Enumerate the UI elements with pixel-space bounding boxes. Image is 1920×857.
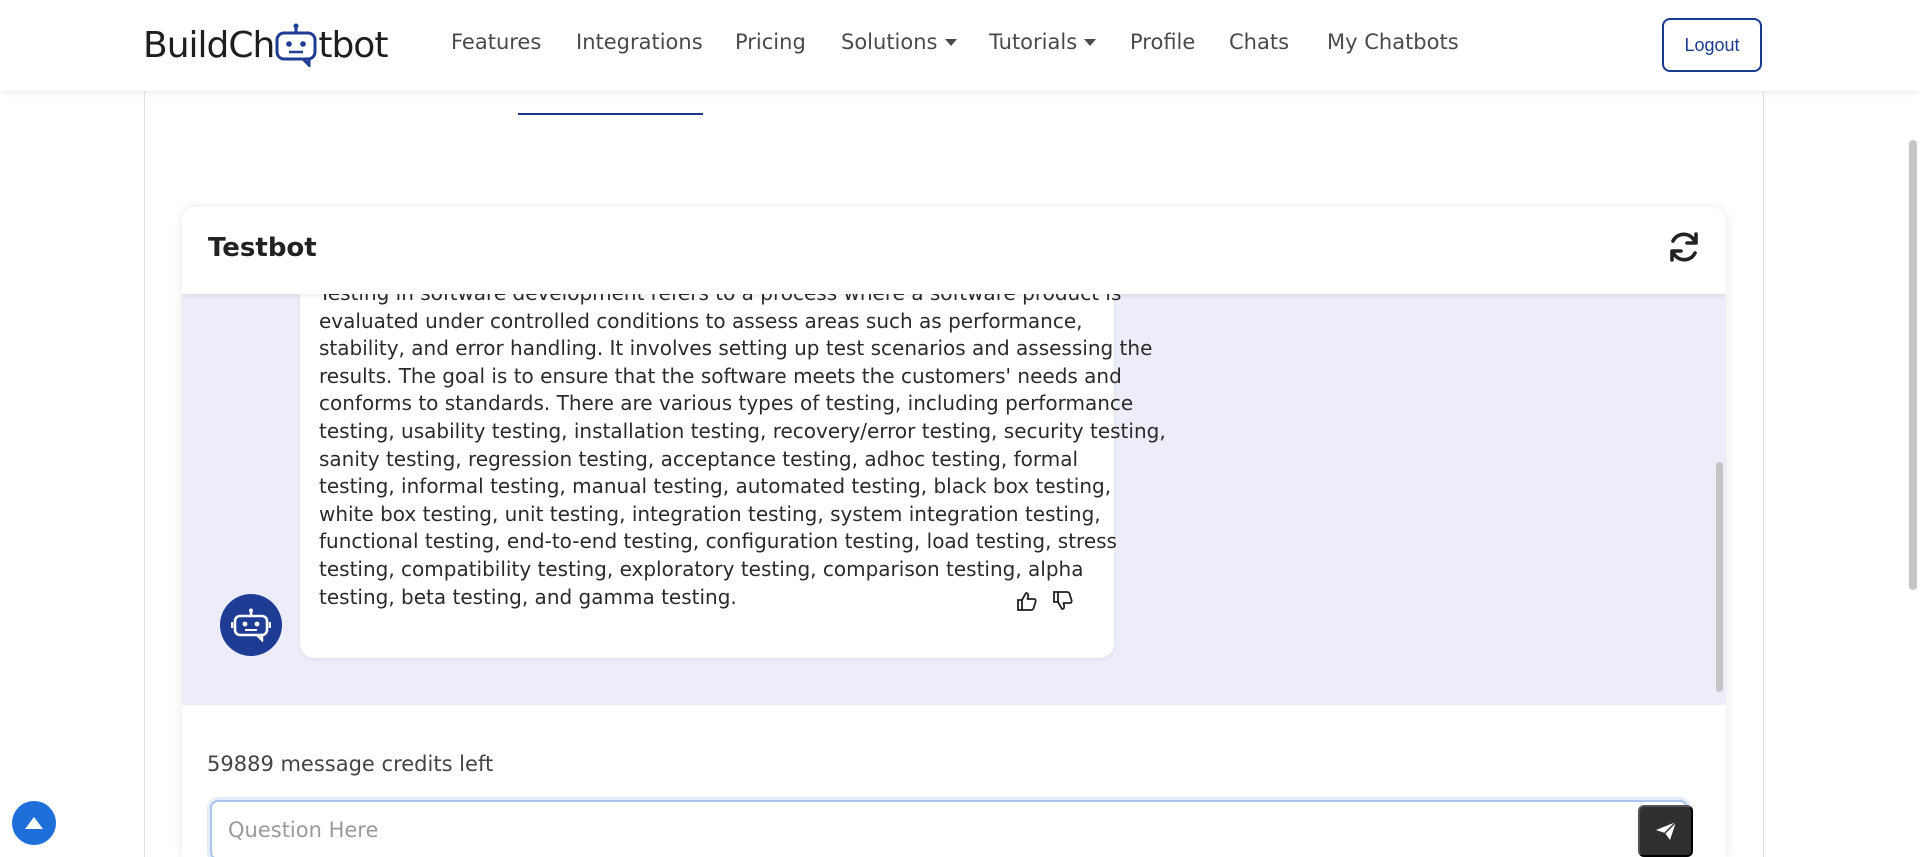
bot-avatar-icon [231,608,271,642]
bot-message-text: Testing in software development refers t… [319,294,1166,611]
content-border-right [1763,91,1764,857]
message-list[interactable]: Testing in software development refers t… [182,294,1726,705]
nav-pricing[interactable]: Pricing [735,30,806,54]
send-icon [1655,821,1677,840]
chatbot-title: Testbot [208,233,317,263]
bot-message-line: sanity testing, regression testing, acce… [319,446,1079,471]
nav-features[interactable]: Features [451,30,541,54]
question-input[interactable] [210,800,1688,857]
bot-message-line: evaluated under controlled conditions to… [319,308,1083,333]
nav-integrations[interactable]: Integrations [576,30,703,54]
back-to-top-button[interactable] [12,801,56,845]
arrow-up-icon [25,817,43,829]
logo-text-right: tbot [318,24,388,66]
nav-chats[interactable]: Chats [1229,30,1289,54]
content-border-left [144,91,145,857]
chevron-down-icon [944,38,957,46]
bot-message-line: Testing in software development refers t… [319,294,1121,308]
nav-solutions-dropdown[interactable]: Solutions [841,30,957,54]
message-scrollbar[interactable] [1713,294,1726,705]
message-credits-left: 59889 message credits left [207,752,494,776]
top-navbar: BuildCh tbot Features Integrations Prici… [0,0,1920,91]
bot-message-line: testing, informal testing, manual testin… [319,474,1112,499]
bot-message-line: functional testing, end-to-end testing, … [319,529,1117,554]
nav-my-chatbots[interactable]: My Chatbots [1327,30,1459,54]
bot-message-bubble: Testing in software development refers t… [300,294,1166,658]
bot-avatar [220,594,282,656]
logout-button[interactable]: Logout [1662,18,1762,72]
site-logo[interactable]: BuildCh tbot [143,22,388,68]
thumbs-up-icon[interactable] [1016,590,1038,612]
thumbs-down-icon[interactable] [1052,590,1074,612]
send-button[interactable] [1638,805,1693,857]
chat-widget: Testbot Testing in software development … [182,207,1726,857]
robot-logo-icon [275,23,317,67]
refresh-icon[interactable] [1666,229,1702,265]
message-scrollbar-thumb[interactable] [1716,462,1723,692]
nav-profile[interactable]: Profile [1130,30,1195,54]
logo-text-left: BuildCh [143,24,275,66]
active-tab-indicator [518,113,703,115]
page-scrollbar-thumb[interactable] [1909,140,1917,590]
nav-tutorials-dropdown[interactable]: Tutorials [989,30,1097,54]
bot-message-line: testing, compatibility testing, explorat… [319,556,1084,581]
chevron-down-icon [1084,38,1097,46]
bot-message-line: stability, and error handling. It involv… [319,336,1153,361]
chat-header: Testbot [182,207,1726,294]
bot-message-line: results. The goal is to ensure that the … [319,363,1122,388]
bot-message-line: testing, usability testing, installation… [319,418,1166,443]
bot-message-line: conforms to standards. There are various… [319,391,1134,416]
bot-message-line: testing, beta testing, and gamma testing… [319,584,737,609]
bot-message-line: white box testing, unit testing, integra… [319,501,1101,526]
